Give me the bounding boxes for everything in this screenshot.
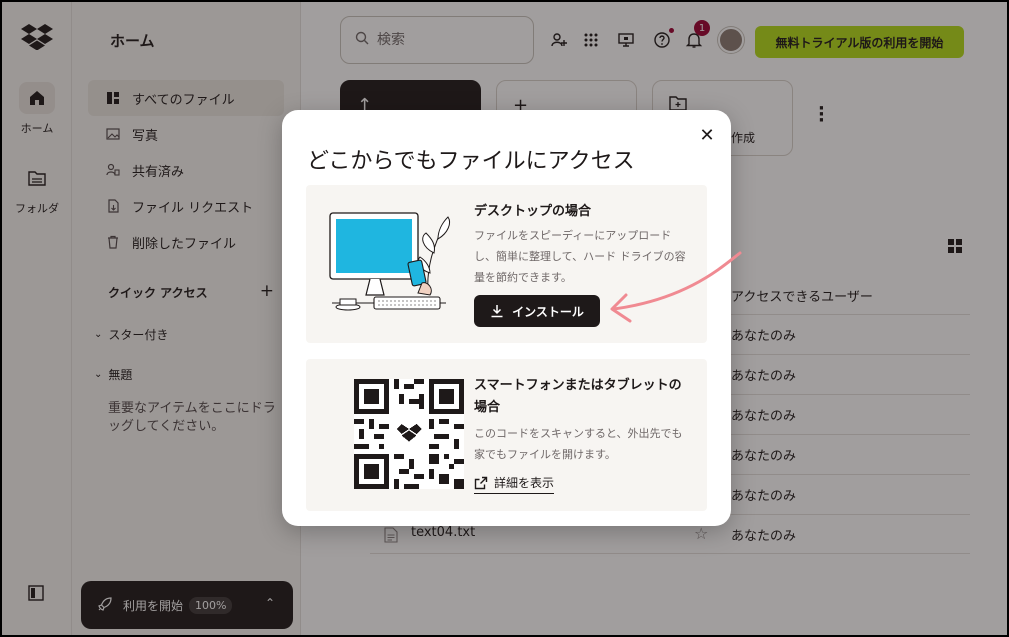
desktop-description: ファイルをスピーディーにアップロードし、簡単に整理して、ハード ドライブの容量を… <box>474 229 686 284</box>
desktop-panel: デスクトップの場合 ファイルをスピーディーにアップロードし、簡単に整理して、ハー… <box>306 185 707 343</box>
close-icon[interactable]: ✕ <box>696 124 718 146</box>
dialog-title: どこからでもファイルにアクセス <box>307 149 635 174</box>
access-anywhere-dialog: どこからでもファイルにアクセス ✕ デスクトップの場合 ファイルをスピーディーに… <box>282 110 731 526</box>
view-details-link[interactable]: 詳細を表示 <box>474 474 555 494</box>
mobile-panel: スマートフォンまたはタブレットの場合 このコードをスキャンすると、外出先でも家で… <box>306 359 707 511</box>
desktop-heading: デスクトップの場合 <box>474 204 592 219</box>
external-link-icon <box>474 476 488 489</box>
view-details-label: 詳細を表示 <box>494 476 555 490</box>
download-icon <box>491 305 503 318</box>
desktop-illustration <box>326 203 458 323</box>
mobile-description: このコードをスキャンすると、外出先でも家でもファイルを開けます。 <box>474 427 683 461</box>
install-label: インストール <box>512 304 584 319</box>
install-button[interactable]: インストール <box>474 295 600 327</box>
qr-code <box>354 379 464 489</box>
mobile-heading: スマートフォンまたはタブレットの場合 <box>474 378 682 415</box>
app-window: ホーム フォルダ ホーム すべてのファイル 写真 共有済み ファイル リクエスト… <box>0 0 1009 637</box>
